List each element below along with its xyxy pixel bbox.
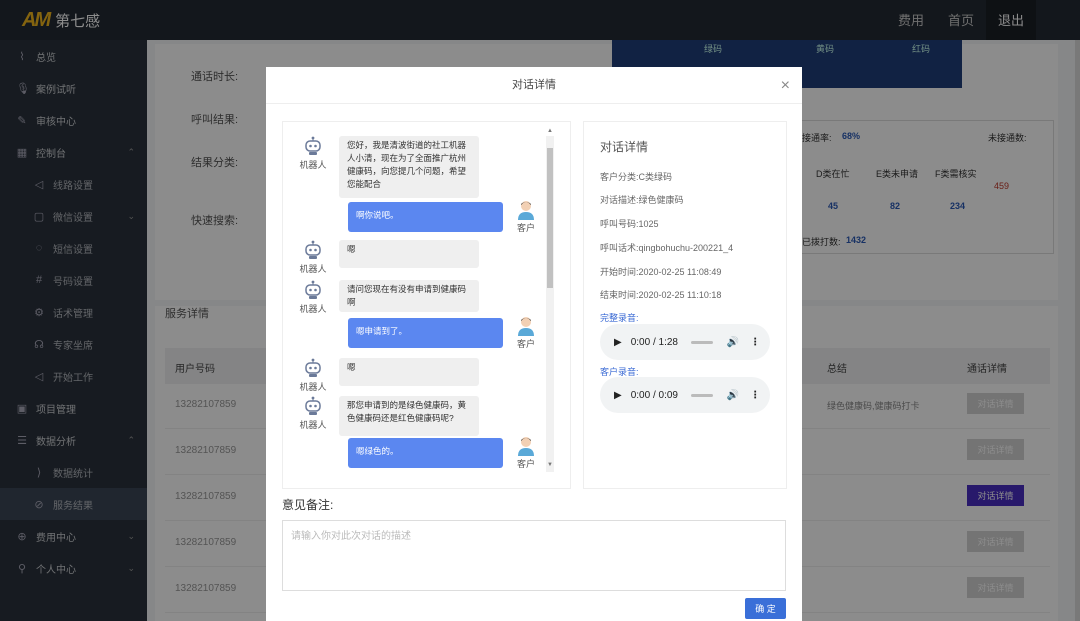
remark-input[interactable] <box>282 520 786 591</box>
robot-icon <box>305 280 321 299</box>
customer-icon <box>518 317 534 336</box>
user-label: 客户 <box>516 459 535 469</box>
full-recording-label: 完整录音: <box>600 313 639 323</box>
user-label: 客户 <box>516 339 535 349</box>
bot-message: 请问您现在有没有申请到健康码啊 <box>339 280 479 312</box>
bot-avatar: 机器人 <box>293 396 333 431</box>
bot-avatar: 机器人 <box>293 358 333 393</box>
bot-label: 机器人 <box>299 264 327 274</box>
dialog-title: 对话详情 <box>512 79 556 91</box>
player-time: 0:00 / 0:09 <box>630 389 678 401</box>
bot-avatar: 机器人 <box>293 280 333 315</box>
customer-recording-player[interactable]: ▶ 0:00 / 0:09 🔊 ⋮ <box>600 377 770 413</box>
play-icon[interactable]: ▶ <box>614 390 622 401</box>
bot-label: 机器人 <box>299 160 327 170</box>
volume-icon[interactable]: 🔊 <box>727 390 739 401</box>
play-icon[interactable]: ▶ <box>614 337 622 348</box>
dialog-detail: 对话详情 × ▲ ▼ 机器人 您好，我是清波街道的社工机器人小清，现在为了全面推广… <box>266 67 802 621</box>
more-icon[interactable]: ⋮ <box>750 390 760 401</box>
robot-icon <box>305 240 321 259</box>
info-title: 对话详情 <box>600 140 649 154</box>
info-end-time: 结束时间:2020-02-25 11:10:18 <box>600 290 722 300</box>
bot-message: 那您申请到的是绿色健康码，黄色健康码还是红色健康码呢? <box>339 396 479 436</box>
user-message: 啊你说吧。 <box>348 202 503 232</box>
scroll-up-icon[interactable]: ▲ <box>547 128 553 134</box>
robot-icon <box>305 136 321 155</box>
info-description: 对话描述:绿色健康码 <box>600 195 684 205</box>
robot-icon <box>305 396 321 415</box>
bot-avatar: 机器人 <box>293 136 333 171</box>
user-message: 嗯申请到了。 <box>348 318 503 348</box>
customer-icon <box>518 437 534 456</box>
bot-message: 您好，我是清波街道的社工机器人小清，现在为了全面推广杭州健康码，向您提几个问题，… <box>339 136 479 198</box>
progress-bar[interactable] <box>690 393 713 397</box>
bot-label: 机器人 <box>299 420 327 430</box>
user-label: 客户 <box>516 223 535 233</box>
user-avatar: 客户 <box>511 200 541 234</box>
info-category: 客户分类:C类绿码 <box>600 172 673 182</box>
robot-icon <box>305 358 321 377</box>
volume-icon[interactable]: 🔊 <box>727 337 739 348</box>
full-recording-player[interactable]: ▶ 0:00 / 1:28 🔊 ⋮ <box>600 324 770 360</box>
chat-scrollbar[interactable] <box>546 136 554 472</box>
bot-message: 嗯 <box>339 240 479 268</box>
more-icon[interactable]: ⋮ <box>750 337 760 348</box>
confirm-button[interactable]: 确 定 <box>745 598 786 619</box>
scroll-thumb[interactable] <box>547 148 553 288</box>
player-time: 0:00 / 1:28 <box>630 336 678 348</box>
remark-label: 意见备注: <box>282 498 334 512</box>
call-info-panel: 对话详情 客户分类:C类绿码 对话描述:绿色健康码 呼叫号码:1025 呼叫话术… <box>583 121 787 489</box>
dialog-header: 对话详情 × <box>266 67 802 104</box>
chat-transcript[interactable]: ▲ ▼ 机器人 您好，我是清波街道的社工机器人小清，现在为了全面推广杭州健康码，向… <box>282 121 571 489</box>
user-avatar: 客户 <box>511 436 541 470</box>
bot-message: 嗯 <box>339 358 479 386</box>
info-phone: 呼叫号码:1025 <box>600 219 659 229</box>
bot-avatar: 机器人 <box>293 240 333 275</box>
user-message: 嗯绿色的。 <box>348 438 503 468</box>
bot-label: 机器人 <box>299 382 327 392</box>
progress-bar[interactable] <box>690 340 713 344</box>
bot-label: 机器人 <box>299 304 327 314</box>
info-script: 呼叫话术:qingbohuchu-200221_4 <box>600 243 734 253</box>
user-avatar: 客户 <box>511 316 541 350</box>
info-start-time: 开始时间:2020-02-25 11:08:49 <box>600 267 722 277</box>
customer-icon <box>518 201 534 220</box>
close-icon[interactable]: × <box>781 67 790 104</box>
scroll-down-icon[interactable]: ▼ <box>547 462 553 468</box>
